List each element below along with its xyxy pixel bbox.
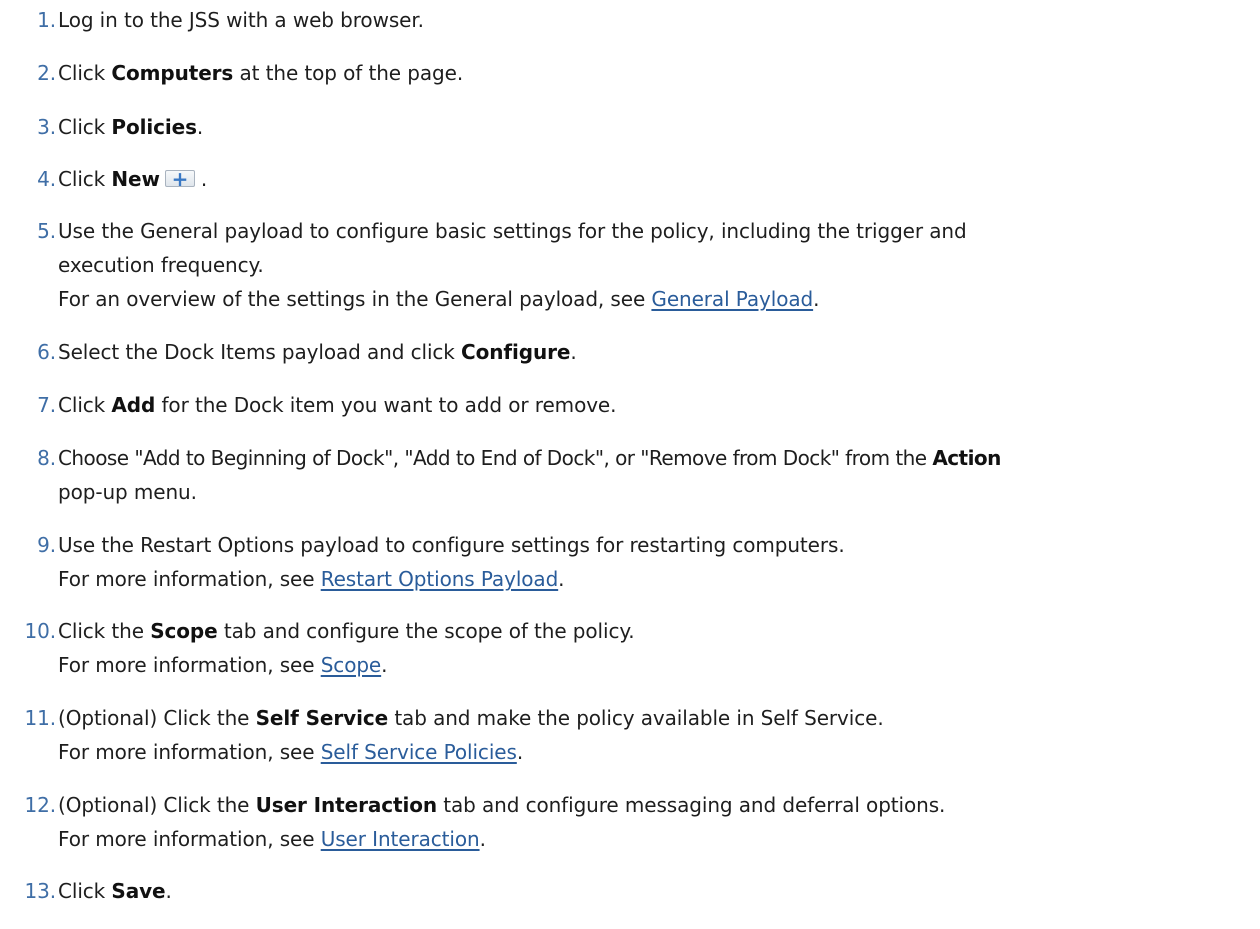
ui-term: Computers — [111, 61, 234, 85]
ui-term: Self Service — [255, 706, 389, 730]
ui-term: New — [111, 167, 160, 191]
procedure-steps: 1. Log in to the JSS with a web browser.… — [0, 0, 1260, 929]
step-text: Click Save. — [58, 879, 172, 903]
step-number: 8. — [37, 446, 56, 470]
step-number: 13. — [24, 879, 56, 903]
ui-term: Save — [111, 879, 166, 903]
step-text-line: Click the Scope tab and configure the sc… — [58, 619, 635, 643]
link-general-payload[interactable]: General Payload — [651, 287, 813, 311]
ui-term: Action — [932, 446, 1001, 470]
step-number: 9. — [37, 533, 56, 557]
ui-term: Configure — [461, 340, 571, 364]
step-number: 5. — [37, 219, 56, 243]
step-text-line: Choose "Add to Beginning of Dock", "Add … — [58, 446, 1001, 470]
ui-term: User Interaction — [255, 793, 437, 817]
step-number: 10. — [24, 619, 56, 643]
step-number: 12. — [24, 793, 56, 817]
ui-term: Add — [111, 393, 156, 417]
step-text-line: execution frequency. — [58, 253, 264, 277]
step-text: Select the Dock Items payload and click … — [58, 340, 577, 364]
ui-term: Scope — [150, 619, 218, 643]
step-text-line: Use the Restart Options payload to confi… — [58, 533, 845, 557]
step-reference: For an overview of the settings in the G… — [58, 287, 820, 311]
step-text-line: Use the General payload to configure bas… — [58, 219, 967, 243]
step-text: Click Policies. — [58, 115, 204, 139]
step-text: Click Add for the Dock item you want to … — [58, 393, 617, 417]
step-reference: For more information, see Scope. — [58, 653, 388, 677]
plus-icon: + — [171, 167, 189, 191]
step-number: 6. — [37, 340, 56, 364]
step-text: Click New +. — [58, 162, 1250, 196]
new-button-image: + — [164, 167, 195, 191]
step-reference: For more information, see Self Service P… — [58, 740, 524, 764]
step-number: 4. — [37, 167, 56, 191]
step-reference: For more information, see User Interacti… — [58, 827, 486, 851]
step-number: 3. — [37, 115, 56, 139]
step-text-line: (Optional) Click the Self Service tab an… — [58, 706, 884, 730]
step-number: 2. — [37, 61, 56, 85]
link-self-service-policies[interactable]: Self Service Policies — [321, 740, 517, 764]
step-text: Log in to the JSS with a web browser. — [58, 8, 424, 32]
step-text: Click Computers at the top of the page. — [58, 61, 464, 85]
step-number: 7. — [37, 393, 56, 417]
step-text-line: (Optional) Click the User Interaction ta… — [58, 793, 946, 817]
ui-term: Policies — [111, 115, 197, 139]
step-number: 11. — [24, 706, 56, 730]
step-text-line: pop-up menu. — [58, 480, 197, 504]
link-scope[interactable]: Scope — [321, 653, 382, 677]
step-number: 1. — [37, 8, 56, 32]
step-reference: For more information, see Restart Option… — [58, 567, 565, 591]
link-user-interaction[interactable]: User Interaction — [321, 827, 480, 851]
link-restart-options-payload[interactable]: Restart Options Payload — [321, 567, 559, 591]
